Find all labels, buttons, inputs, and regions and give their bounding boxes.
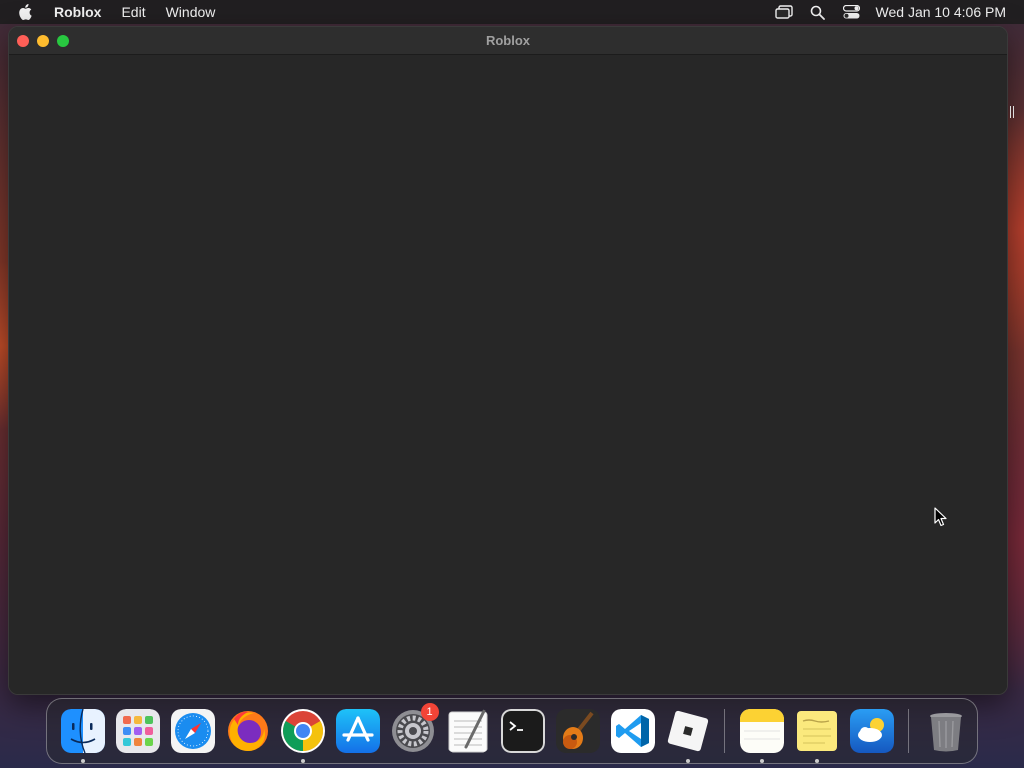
menu-edit[interactable]: Edit [121,4,145,20]
dock-safari[interactable] [170,709,215,753]
dock-roblox[interactable] [666,709,710,763]
dock-garageband[interactable] [555,709,600,753]
resize-handle-icon[interactable] [1010,106,1014,118]
spotlight-search-icon[interactable] [808,4,828,20]
dock-app-store[interactable] [335,709,380,753]
dock-vscode[interactable] [610,709,655,753]
notification-badge: 1 [420,703,439,721]
menu-window[interactable]: Window [166,4,216,20]
vscode-icon [610,709,655,753]
dock-finder[interactable] [60,709,105,763]
running-indicator [814,759,819,763]
dock-system-settings[interactable]: 1 [391,703,439,753]
running-indicator [300,759,305,763]
menu-bar: Roblox Edit Window Wed Jan 10 4:06 PM [0,0,1024,24]
running-indicator [759,759,764,763]
weather-icon [849,709,894,753]
trash-icon [924,709,968,753]
window-content[interactable] [9,56,1007,694]
dock-chrome[interactable] [280,709,325,763]
dock-firefox[interactable] [226,709,270,753]
apple-menu-icon[interactable] [18,4,34,20]
stage-manager-icon[interactable] [774,4,794,20]
roblox-window: Roblox [8,26,1008,695]
firefox-icon [226,709,270,753]
mouse-cursor-icon [934,507,947,527]
chrome-icon [280,709,325,753]
launchpad-icon [115,709,160,753]
app-store-icon [335,709,380,753]
dock-separator [908,709,909,753]
dock-terminal[interactable] [500,709,545,753]
running-indicator [80,759,85,763]
terminal-icon [500,709,545,753]
window-title-bar[interactable]: Roblox [9,27,1007,55]
dock-stickies[interactable] [795,709,839,763]
control-center-icon[interactable] [842,4,862,20]
dock-notes[interactable] [739,709,784,763]
notes-icon [739,709,784,753]
dock-weather[interactable] [849,709,894,753]
window-title: Roblox [485,33,531,48]
safari-icon [170,709,215,753]
dock-trash[interactable] [924,709,968,753]
guitar-icon [555,709,600,753]
finder-icon [60,709,105,753]
textedit-icon [446,709,490,753]
dock-separator [724,709,725,753]
dock: 1 [46,698,978,764]
dock-launchpad[interactable] [115,709,160,753]
running-indicator [685,759,690,763]
roblox-icon [666,709,710,753]
menu-app-name[interactable]: Roblox [54,4,101,20]
stickies-icon [795,709,839,753]
menu-bar-clock[interactable]: Wed Jan 10 4:06 PM [876,4,1006,20]
dock-textedit[interactable] [446,709,490,753]
